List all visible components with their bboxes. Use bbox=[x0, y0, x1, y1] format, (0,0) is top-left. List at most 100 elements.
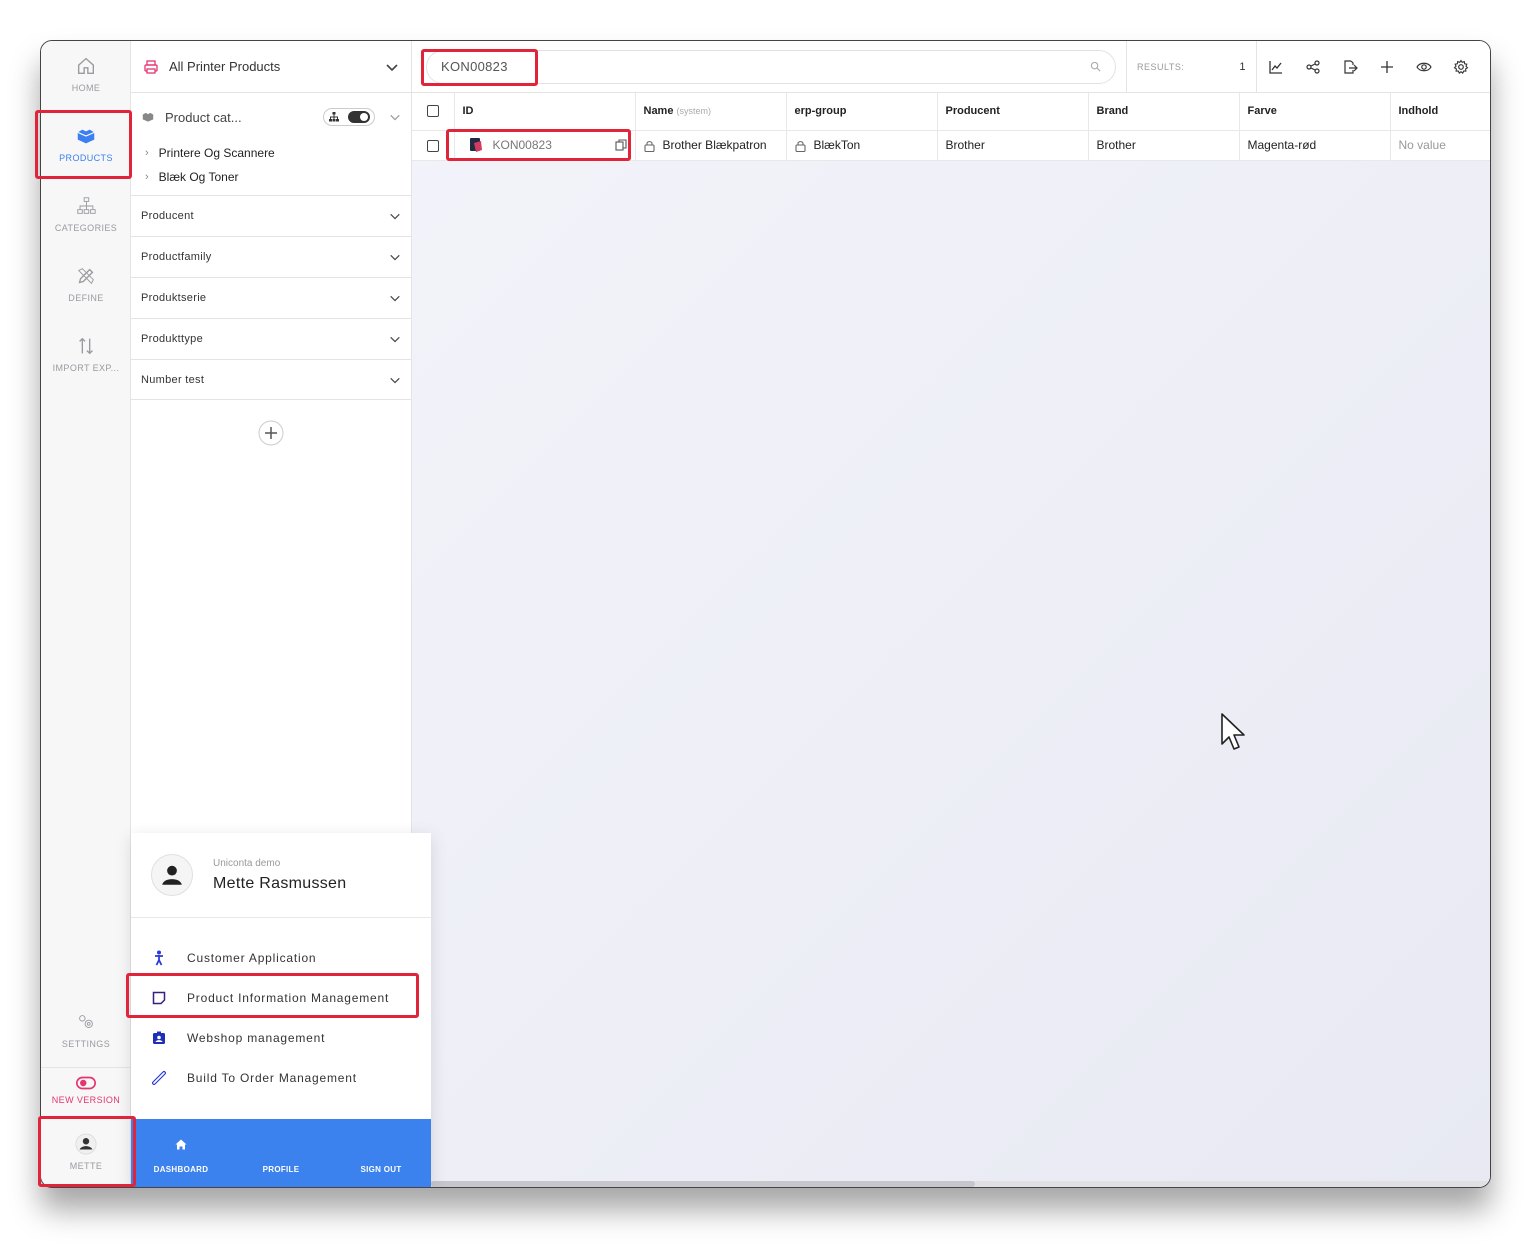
select-all-cell bbox=[412, 93, 455, 131]
rail-new-version[interactable]: NEW VERSION bbox=[41, 1061, 131, 1111]
tree-item-printers[interactable]: › Printere Og Scannere bbox=[131, 141, 411, 165]
app-label: Build To Order Management bbox=[187, 1071, 357, 1085]
results-label: RESULTS: bbox=[1137, 61, 1185, 72]
col-name[interactable]: Name (system) bbox=[635, 93, 787, 131]
col-id-label: ID bbox=[462, 105, 474, 118]
facet-produktserie[interactable]: Produktserie bbox=[131, 277, 411, 318]
scrollbar-thumb[interactable] bbox=[431, 1181, 975, 1187]
export-button[interactable] bbox=[1331, 41, 1368, 93]
user-icon bbox=[162, 865, 182, 885]
rail-home[interactable]: HOME bbox=[41, 41, 131, 111]
avatar bbox=[151, 854, 193, 896]
select-all-checkbox[interactable] bbox=[426, 105, 439, 118]
product-set-selector[interactable]: All Printer Products bbox=[131, 41, 411, 93]
person-walking-icon bbox=[151, 950, 167, 966]
user-name: Mette Rasmussen bbox=[213, 874, 347, 892]
dashboard-label: DASHBOARD bbox=[153, 1165, 209, 1174]
cell-indhold[interactable]: No value bbox=[1390, 130, 1490, 161]
col-id[interactable]: ID bbox=[454, 93, 636, 131]
dashboard-button[interactable]: DASHBOARD bbox=[131, 1119, 231, 1187]
cell-brand[interactable]: Brother bbox=[1088, 130, 1240, 161]
cell-producent[interactable]: Brother bbox=[937, 130, 1089, 161]
facet-number-test[interactable]: Number test bbox=[131, 359, 411, 400]
rail-import-export[interactable]: IMPORT EXP... bbox=[41, 321, 131, 391]
col-brand[interactable]: Brand bbox=[1088, 93, 1240, 131]
rail-settings[interactable]: SETTINGS bbox=[41, 997, 131, 1067]
col-farve-label: Farve bbox=[1247, 105, 1277, 118]
tree-item-label: Blæk Og Toner bbox=[158, 170, 239, 184]
search-icon bbox=[1090, 61, 1101, 72]
rail-categories[interactable]: CATEGORIES bbox=[41, 181, 131, 251]
app-label: Customer Application bbox=[187, 951, 317, 965]
results-count: 1 bbox=[1239, 60, 1246, 73]
sign-out-button[interactable]: SIGN OUT bbox=[331, 1119, 431, 1187]
rail-define-label: DEFINE bbox=[68, 293, 104, 303]
user-avatar-icon bbox=[75, 1133, 97, 1155]
results-counter: RESULTS: 1 bbox=[1126, 41, 1256, 93]
chart-button[interactable] bbox=[1257, 41, 1294, 93]
lock-icon bbox=[794, 140, 806, 152]
app-webshop-management[interactable]: Webshop management bbox=[131, 1018, 431, 1058]
col-indhold[interactable]: Indhold bbox=[1390, 93, 1490, 131]
col-erp-group[interactable]: erp-group bbox=[786, 93, 938, 131]
chevron-down-icon bbox=[390, 377, 400, 383]
organization-name: Uniconta demo bbox=[213, 857, 281, 869]
copy-icon[interactable] bbox=[614, 139, 627, 151]
rail-home-label: HOME bbox=[71, 83, 101, 93]
top-bar: KON00823 RESULTS: 1 bbox=[412, 41, 1490, 93]
view-button[interactable] bbox=[1405, 41, 1442, 93]
category-filter-label: Product cat... bbox=[165, 109, 242, 125]
cell-id-text: KON00823 bbox=[492, 138, 552, 152]
horizontal-scrollbar[interactable] bbox=[431, 1181, 1490, 1187]
col-brand-label: Brand bbox=[1096, 105, 1129, 118]
add-button[interactable] bbox=[1368, 41, 1405, 93]
col-farve[interactable]: Farve bbox=[1239, 93, 1391, 131]
share-icon bbox=[1305, 59, 1320, 74]
rail-define[interactable]: DEFINE bbox=[41, 251, 131, 321]
settings-button[interactable] bbox=[1442, 41, 1479, 93]
user-info: Uniconta demo Mette Rasmussen bbox=[131, 833, 431, 918]
pencil-ruler-icon bbox=[77, 268, 94, 285]
profile-label: PROFILE bbox=[262, 1165, 300, 1174]
facet-producent[interactable]: Producent bbox=[131, 195, 411, 236]
category-filter-row: Product cat... bbox=[131, 93, 411, 141]
home-icon bbox=[175, 1139, 187, 1150]
app-customer-application[interactable]: Customer Application bbox=[131, 938, 431, 978]
rail-products-label: PRODUCTS bbox=[59, 153, 113, 163]
gears-icon bbox=[79, 1015, 93, 1028]
cell-id[interactable]: KON00823 bbox=[454, 130, 636, 161]
facet-label: Produkttype bbox=[141, 333, 204, 345]
facet-label: Productfamily bbox=[141, 251, 212, 263]
search-value: KON00823 bbox=[441, 59, 508, 74]
rail-products[interactable]: PRODUCTS bbox=[41, 111, 131, 181]
app-label: Product Information Management bbox=[187, 991, 390, 1005]
profile-button[interactable]: PROFILE bbox=[231, 1119, 331, 1187]
category-tree-toggle[interactable] bbox=[323, 108, 375, 126]
add-facet-wrap bbox=[131, 420, 411, 451]
search-input[interactable]: KON00823 bbox=[426, 49, 1116, 84]
app-build-to-order-management[interactable]: Build To Order Management bbox=[131, 1058, 431, 1098]
tree-item-ink-toner[interactable]: › Blæk Og Toner bbox=[131, 165, 411, 189]
app-window: HOME PRODUCTS CATEGORIES DEFINE IMPORT E… bbox=[40, 40, 1491, 1188]
cell-erp-group[interactable]: BlækTon bbox=[786, 130, 938, 161]
chevron-down-icon bbox=[390, 213, 400, 220]
table-row[interactable]: KON00823 Brother Blækpatron BlækTon Brot… bbox=[412, 130, 1490, 161]
facet-produkttype[interactable]: Produkttype bbox=[131, 318, 411, 359]
chevron-down-icon[interactable] bbox=[389, 111, 401, 123]
share-button[interactable] bbox=[1294, 41, 1331, 93]
row-checkbox[interactable] bbox=[426, 139, 439, 152]
facet-productfamily[interactable]: Productfamily bbox=[131, 236, 411, 277]
app-product-information-management[interactable]: Product Information Management bbox=[131, 978, 431, 1018]
eye-icon bbox=[1415, 62, 1432, 71]
printer-icon bbox=[144, 59, 158, 74]
rail-user[interactable]: METTE bbox=[41, 1119, 131, 1187]
popup-footer: DASHBOARD PROFILE SIGN OUT bbox=[131, 1119, 431, 1187]
cell-name[interactable]: Brother Blækpatron bbox=[635, 130, 787, 161]
rail-divider bbox=[41, 1117, 131, 1118]
mouse-cursor-icon bbox=[1221, 713, 1245, 750]
cell-farve[interactable]: Magenta-rød bbox=[1239, 130, 1391, 161]
col-producent[interactable]: Producent bbox=[937, 93, 1089, 131]
id-badge-icon bbox=[151, 1030, 167, 1046]
add-facet-button[interactable] bbox=[258, 420, 284, 446]
